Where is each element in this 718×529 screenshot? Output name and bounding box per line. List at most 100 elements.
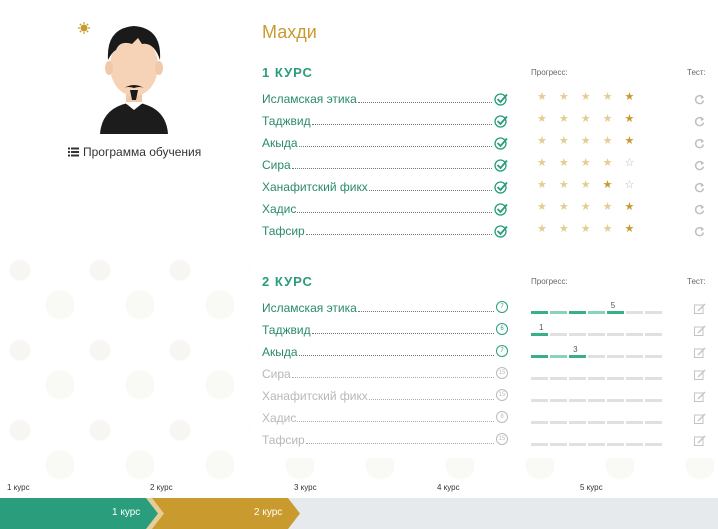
course1-subject-row[interactable]: Таджвид bbox=[262, 112, 508, 128]
star-icon: ★ bbox=[558, 201, 569, 213]
lesson-count-badge: 7 bbox=[496, 301, 508, 313]
progress-segment bbox=[531, 443, 548, 446]
progress-segment bbox=[569, 355, 586, 358]
progress-value: 5 bbox=[610, 301, 616, 310]
progress-segment bbox=[607, 399, 624, 402]
timeline-step-1[interactable]: 1 курс bbox=[112, 507, 140, 518]
course1-subject-row[interactable]: Исламская этика bbox=[262, 90, 508, 106]
lesson-count-badge: 8 bbox=[496, 411, 508, 423]
progress-segment bbox=[550, 443, 567, 446]
progress-segment bbox=[607, 311, 624, 314]
refresh-icon[interactable] bbox=[694, 116, 705, 127]
star-icon: ★ bbox=[537, 157, 547, 169]
program-link-label: Программа обучения bbox=[83, 145, 202, 159]
progress-segment bbox=[645, 377, 662, 380]
subject-label: Акыда bbox=[262, 136, 298, 150]
lesson-count-badge: 15 bbox=[496, 433, 508, 445]
refresh-icon[interactable] bbox=[694, 138, 705, 149]
dotted-leader bbox=[305, 234, 492, 235]
star-icon: ★ bbox=[558, 179, 569, 191]
progress-value: 3 bbox=[573, 345, 578, 354]
edit-icon[interactable] bbox=[694, 391, 706, 402]
subject-label: Сира bbox=[262, 158, 291, 172]
progress-segment bbox=[550, 377, 567, 380]
progress-segment bbox=[588, 377, 605, 380]
progress-bar bbox=[531, 443, 662, 446]
edit-icon[interactable] bbox=[694, 369, 706, 380]
progress-bar bbox=[531, 421, 662, 424]
course1-progress-header: Прогресс: bbox=[531, 68, 568, 77]
course1-subject-row[interactable]: Тафсир bbox=[262, 222, 508, 238]
course1-subject-row[interactable]: Сира bbox=[262, 156, 508, 172]
rating-stars: ★ ★ ★ ★ ★ bbox=[537, 136, 634, 147]
progress-segment bbox=[607, 333, 624, 336]
dotted-leader bbox=[305, 443, 494, 444]
check-circle-icon bbox=[494, 137, 508, 150]
edit-icon[interactable] bbox=[694, 325, 706, 336]
check-circle-icon bbox=[494, 203, 508, 216]
refresh-icon[interactable] bbox=[694, 160, 705, 171]
edit-icon[interactable] bbox=[694, 303, 706, 314]
avatar bbox=[100, 26, 168, 134]
star-icon: ★ bbox=[624, 91, 635, 103]
course1-test-header: Тест: bbox=[687, 68, 706, 77]
progress-segment bbox=[607, 443, 624, 446]
star-icon: ★ bbox=[580, 223, 591, 235]
course2-subject-row[interactable]: Сира 15 bbox=[262, 365, 508, 381]
star-icon: ★ bbox=[558, 157, 569, 169]
refresh-icon[interactable] bbox=[694, 182, 705, 193]
progress-segment bbox=[626, 421, 643, 424]
course1-subject-row[interactable]: Ханафитский фикх bbox=[262, 178, 508, 194]
star-icon: ★ bbox=[602, 201, 613, 213]
progress-segment bbox=[645, 399, 662, 402]
progress-segment bbox=[626, 311, 643, 314]
star-icon: ★ bbox=[558, 91, 569, 103]
star-icon: ★ bbox=[602, 179, 613, 191]
star-icon: ☆ bbox=[624, 157, 635, 169]
edit-icon[interactable] bbox=[694, 347, 706, 358]
star-icon: ★ bbox=[624, 135, 635, 147]
subject-label: Тафсир bbox=[262, 224, 305, 238]
star-icon: ★ bbox=[558, 223, 569, 235]
star-icon: ★ bbox=[558, 135, 569, 147]
progress-bar bbox=[531, 311, 662, 314]
dotted-leader bbox=[311, 333, 494, 334]
progress-segment bbox=[531, 355, 548, 358]
progress-segment bbox=[569, 421, 586, 424]
refresh-icon[interactable] bbox=[694, 94, 705, 105]
course2-subject-row[interactable]: Хадис 8 bbox=[262, 409, 508, 425]
course2-subject-row[interactable]: Исламская этика 7 bbox=[262, 299, 508, 315]
progress-segment bbox=[550, 333, 567, 336]
course1-subject-row[interactable]: Акыда bbox=[262, 134, 508, 150]
progress-segment bbox=[569, 333, 586, 336]
check-circle-icon bbox=[494, 225, 508, 238]
refresh-icon[interactable] bbox=[694, 226, 705, 237]
star-icon: ★ bbox=[580, 91, 591, 103]
course2-subject-row[interactable]: Ханафитский фикх 15 bbox=[262, 387, 508, 403]
course1-subject-row[interactable]: Хадис bbox=[262, 200, 508, 216]
course2-subject-row[interactable]: Таджвид 6 bbox=[262, 321, 508, 337]
edit-icon[interactable] bbox=[694, 413, 706, 424]
dotted-leader bbox=[368, 399, 494, 400]
progress-segment bbox=[588, 399, 605, 402]
timeline-step-2[interactable]: 2 курс bbox=[254, 507, 282, 518]
dotted-leader bbox=[298, 355, 494, 356]
progress-segment bbox=[569, 377, 586, 380]
program-link[interactable]: Программа обучения bbox=[68, 145, 201, 159]
refresh-icon[interactable] bbox=[694, 204, 705, 215]
course2-subject-row[interactable]: Акыда 7 bbox=[262, 343, 508, 359]
progress-segment bbox=[626, 355, 643, 358]
star-icon: ★ bbox=[602, 223, 613, 235]
course2-subject-row[interactable]: Тафсир 15 bbox=[262, 431, 508, 447]
progress-segment bbox=[531, 377, 548, 380]
rating-stars: ★ ★ ★ ★ ★ bbox=[537, 224, 634, 235]
dotted-leader bbox=[357, 311, 494, 312]
progress-segment bbox=[531, 421, 548, 424]
star-icon: ★ bbox=[537, 113, 547, 125]
star-icon: ★ bbox=[602, 113, 613, 125]
progress-segment bbox=[550, 399, 567, 402]
lesson-count-badge: 7 bbox=[496, 345, 508, 357]
progress-segment bbox=[607, 355, 624, 358]
timeline-label: 1 курс bbox=[7, 483, 30, 492]
edit-icon[interactable] bbox=[694, 435, 706, 446]
